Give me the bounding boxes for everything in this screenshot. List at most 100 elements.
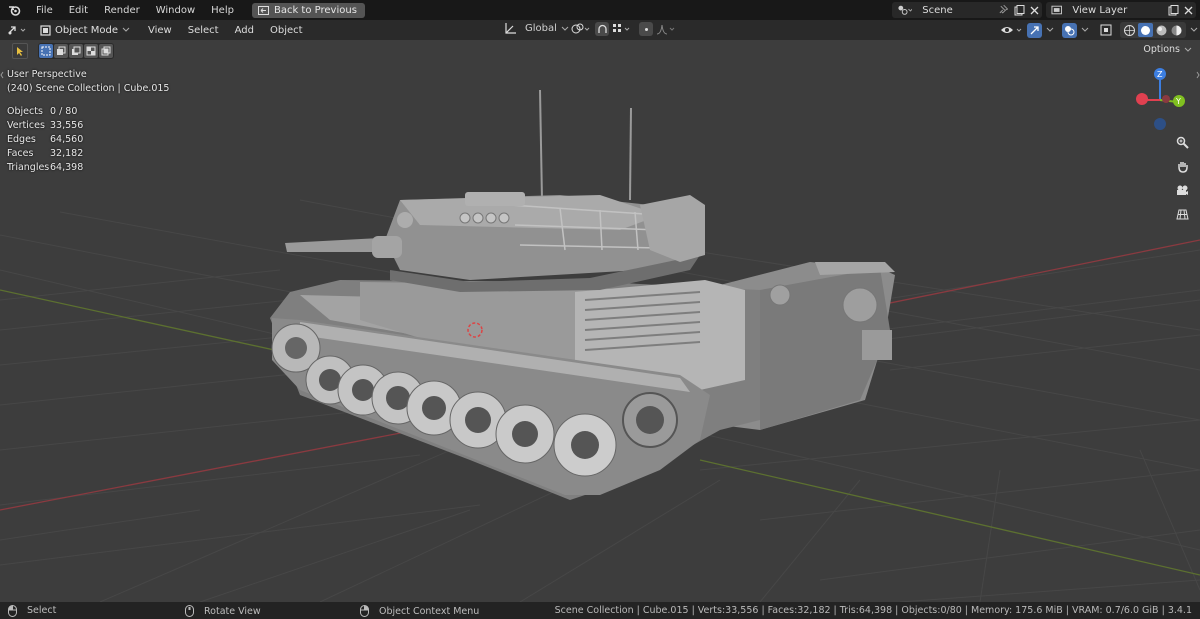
- menu-file[interactable]: File: [28, 5, 61, 16]
- back-to-previous-button[interactable]: Back to Previous: [251, 2, 365, 18]
- status-select-hint: Select: [8, 604, 57, 617]
- options-label: Options: [1143, 44, 1180, 55]
- status-rotate-label: Rotate View: [204, 605, 261, 617]
- perspective-toggle-icon[interactable]: [1172, 204, 1192, 224]
- falloff-icon[interactable]: [656, 22, 676, 36]
- stat-label: Triangles: [7, 162, 50, 173]
- chevron-down-icon[interactable]: [1080, 26, 1090, 34]
- chevron-down-icon: [561, 26, 569, 31]
- mouse-middle-icon: [185, 605, 194, 617]
- pin-icon[interactable]: [997, 4, 1009, 16]
- stat-value: 0 / 80: [50, 106, 78, 117]
- menu-add[interactable]: Add: [227, 25, 262, 36]
- status-select-label: Select: [27, 605, 57, 616]
- wireframe-shading-icon[interactable]: [1123, 24, 1136, 37]
- select-invert-icon[interactable]: [84, 44, 98, 58]
- view-layer-name: View Layer: [1072, 4, 1128, 16]
- stat-label: Faces: [7, 148, 34, 159]
- object-mode-icon: [40, 24, 51, 36]
- snap-grid-icon[interactable]: [612, 22, 632, 36]
- sidebar-expand-handle[interactable]: [1196, 68, 1200, 82]
- new-scene-icon[interactable]: [1011, 2, 1026, 18]
- options-dropdown[interactable]: Options: [1143, 44, 1192, 55]
- stat-value: 64,560: [50, 134, 84, 145]
- select-extend-icon[interactable]: [54, 44, 68, 58]
- select-tool-icon[interactable]: [12, 43, 28, 59]
- rendered-shading-icon[interactable]: [1170, 24, 1183, 37]
- menu-select[interactable]: Select: [180, 25, 227, 36]
- pan-hand-icon[interactable]: [1172, 156, 1192, 176]
- x-axis-line-far: [879, 239, 1200, 306]
- tool-settings-row: [0, 40, 114, 62]
- perspective-label: User Perspective: [7, 69, 87, 80]
- tank-model: [270, 89, 895, 500]
- zoom-icon[interactable]: [1172, 132, 1192, 152]
- toolbar-expand-handle[interactable]: [0, 68, 4, 82]
- new-view-layer-icon[interactable]: [1166, 2, 1181, 18]
- select-new-icon[interactable]: [39, 44, 53, 58]
- scene-statistics: Objects 0 / 80 Vertices 33,556 Edges 64,560…: [7, 105, 169, 175]
- stat-value: 32,182: [50, 148, 84, 159]
- orientation-icon: [505, 23, 516, 34]
- gizmo-toggle-icon[interactable]: [1027, 22, 1042, 38]
- top-bar: File Edit Render Window Help Back to Pre…: [0, 0, 1200, 20]
- pivot-point-icon[interactable]: [570, 22, 592, 36]
- status-context-label: Object Context Menu: [379, 605, 480, 617]
- snap-toggle-icon[interactable]: [595, 22, 609, 36]
- scene-selector[interactable]: Scene: [892, 2, 1042, 18]
- viewport-3d[interactable]: Z Y: [0, 62, 1200, 602]
- menu-view[interactable]: View: [140, 25, 180, 36]
- object-mode-label: Object Mode: [55, 24, 118, 36]
- shading-mode-group: [1120, 22, 1186, 38]
- menu-window[interactable]: Window: [148, 5, 203, 16]
- mouse-left-icon: [8, 604, 17, 617]
- status-bar: Select Rotate View Object Context Menu S…: [0, 602, 1200, 619]
- menu-help[interactable]: Help: [203, 5, 242, 16]
- solid-shading-icon[interactable]: [1138, 23, 1153, 37]
- back-to-previous-label: Back to Previous: [273, 4, 357, 16]
- status-info: Scene Collection | Cube.015 | Verts:33,5…: [554, 605, 1192, 616]
- menu-object[interactable]: Object: [262, 25, 311, 36]
- blender-logo-icon[interactable]: [0, 4, 28, 16]
- chevron-down-icon[interactable]: [1189, 26, 1199, 34]
- selection-mode-group: [38, 43, 114, 59]
- camera-view-icon[interactable]: [1172, 180, 1192, 200]
- navigation-gizmo[interactable]: Z Y: [1130, 66, 1194, 136]
- status-rotate-hint: Rotate View: [185, 605, 261, 617]
- menu-edit[interactable]: Edit: [61, 5, 96, 16]
- stat-label: Objects: [7, 106, 43, 117]
- back-icon: [257, 5, 269, 15]
- stat-label: Edges: [7, 134, 36, 145]
- visibility-icon[interactable]: [1000, 23, 1024, 37]
- orientation-label: Global: [525, 23, 557, 34]
- y-axis-line-far: [699, 459, 1200, 576]
- xray-toggle-icon[interactable]: [1099, 23, 1113, 37]
- material-shading-icon[interactable]: [1155, 24, 1168, 37]
- chevron-down-icon: [1184, 47, 1192, 52]
- scene-name: Scene: [922, 4, 953, 16]
- delete-scene-icon[interactable]: [1027, 2, 1042, 18]
- transform-orientation-dropdown[interactable]: Global: [504, 22, 569, 35]
- viewport-scene: [0, 89, 1200, 602]
- select-intersect-icon[interactable]: [99, 44, 113, 58]
- menu-render[interactable]: Render: [96, 5, 148, 16]
- view-layer-selector[interactable]: View Layer: [1046, 2, 1196, 18]
- editor-type-icon[interactable]: [4, 22, 30, 38]
- delete-view-layer-icon[interactable]: [1181, 2, 1196, 18]
- chevron-down-icon[interactable]: [1045, 26, 1055, 34]
- object-mode-dropdown[interactable]: Object Mode: [36, 25, 134, 36]
- view-layer-icon: [1051, 5, 1062, 15]
- gizmo-y-label: Y: [1175, 97, 1181, 106]
- proportional-edit-icon[interactable]: [639, 22, 653, 36]
- status-context-hint: Object Context Menu: [360, 605, 479, 617]
- stat-label: Vertices: [7, 120, 45, 131]
- chevron-down-icon: [122, 27, 130, 32]
- stat-value: 64,398: [50, 162, 84, 173]
- overlays-toggle-icon[interactable]: [1062, 22, 1077, 38]
- select-subtract-icon[interactable]: [69, 44, 83, 58]
- stat-value: 33,556: [50, 120, 84, 131]
- viewport-header: Object Mode View Select Add Object Globa…: [0, 20, 1200, 40]
- viewport-info-overlay: User Perspective (240) Scene Collection …: [7, 68, 169, 175]
- mouse-right-icon: [360, 605, 369, 617]
- gizmo-z-label: Z: [1157, 70, 1163, 79]
